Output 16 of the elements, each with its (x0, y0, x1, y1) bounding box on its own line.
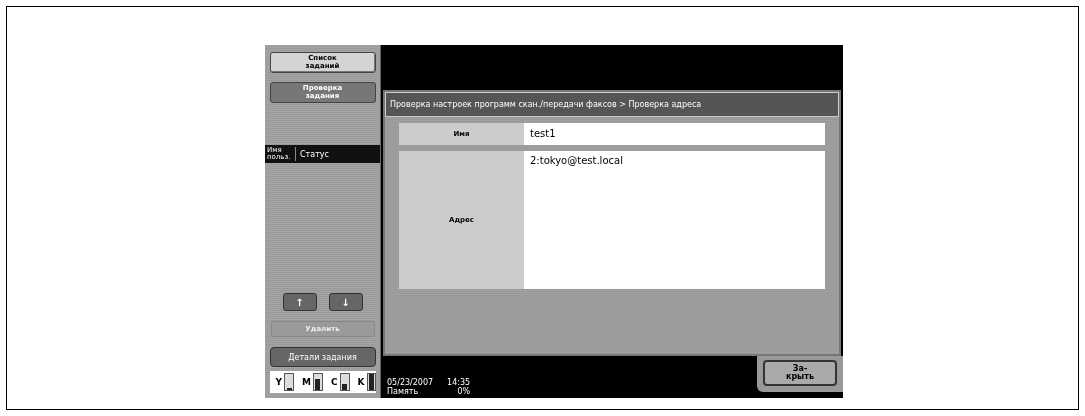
field-value: test1 (524, 123, 825, 145)
date-text: 05/23/2007 (387, 378, 434, 387)
toner-label: K (357, 377, 365, 387)
toner-label: M (302, 377, 311, 387)
scroll-button[interactable]: ↑ (282, 293, 317, 311)
memory-value: 0% (456, 387, 471, 396)
close-button[interactable]: За- крыть (763, 360, 837, 386)
toner-label: Y (275, 377, 283, 387)
job-details-button[interactable]: Детали задания (269, 347, 376, 367)
memory-label: Память (387, 387, 420, 396)
breadcrumb-bar: Проверка настроек программ скан./передачи факсов > Проверка адреса (385, 92, 839, 117)
toner-label: C (330, 377, 338, 387)
column-header: Статус (299, 149, 330, 159)
field-value: 2:tokyo@test.local (524, 151, 825, 289)
scroll-button[interactable]: ↓ (328, 293, 363, 311)
time-text: 14:35 (447, 378, 471, 387)
